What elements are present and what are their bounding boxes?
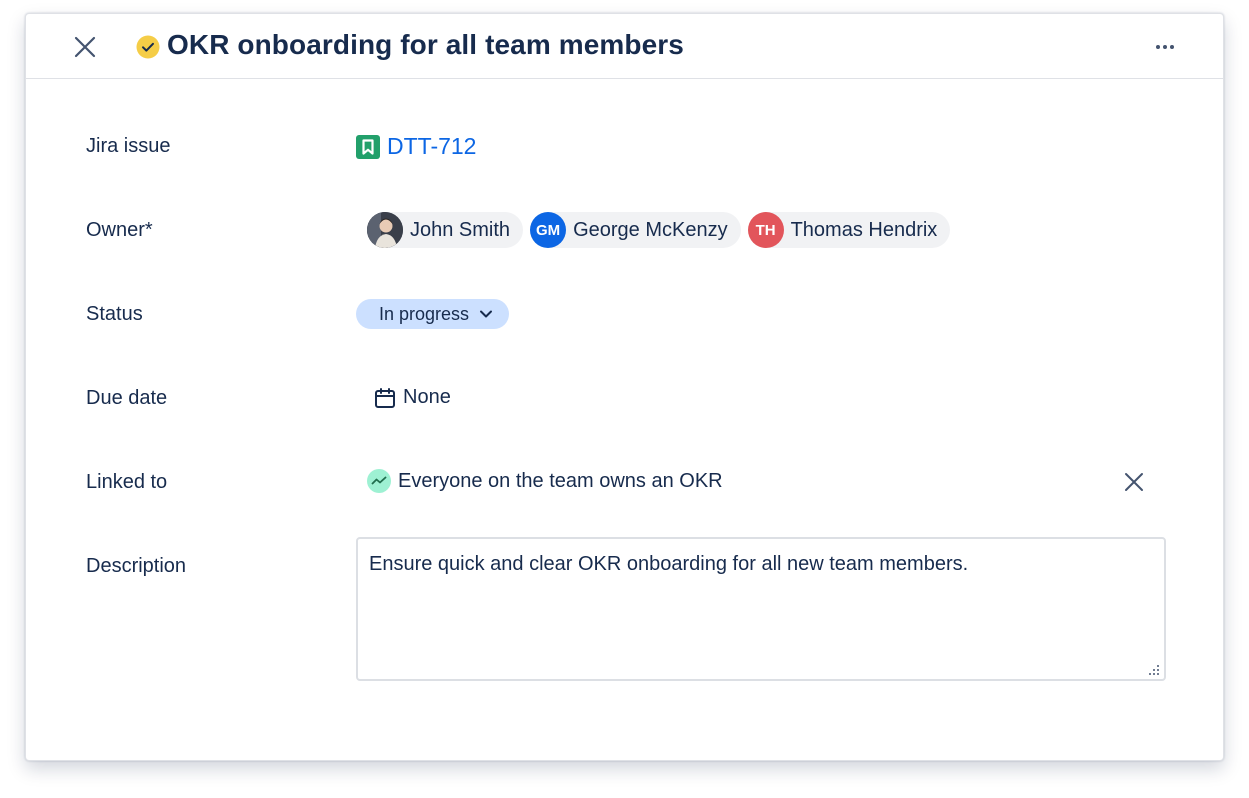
due-date-label: Due date bbox=[86, 387, 168, 409]
close-icon bbox=[1125, 473, 1143, 491]
close-button[interactable] bbox=[70, 32, 100, 62]
owner-name: John Smith bbox=[410, 218, 511, 241]
status-text: In progress bbox=[379, 303, 470, 324]
panel-header: OKR onboarding for all team members bbox=[26, 14, 1223, 79]
jira-issue-label: Jira issue bbox=[86, 135, 171, 157]
due-date-value[interactable]: None bbox=[374, 386, 451, 409]
avatar: GM bbox=[530, 212, 567, 248]
owner-name: Thomas Hendrix bbox=[790, 218, 938, 241]
status-value: In progress bbox=[356, 299, 510, 329]
avatar: TH bbox=[747, 212, 784, 248]
jira-story-icon bbox=[356, 134, 380, 159]
status-check-icon bbox=[136, 35, 160, 59]
resize-handle-icon[interactable] bbox=[1148, 664, 1160, 676]
owner-list: John Smith GM George McKenzy TH Thomas H… bbox=[367, 212, 957, 248]
owner-chip[interactable]: TH Thomas Hendrix bbox=[747, 212, 951, 248]
close-icon bbox=[74, 36, 96, 58]
goal-detail-panel: OKR onboarding for all team members Jira… bbox=[25, 13, 1224, 761]
remove-link-button[interactable] bbox=[1119, 467, 1149, 497]
calendar-icon bbox=[375, 387, 395, 408]
jira-issue-link[interactable]: DTT-712 bbox=[387, 133, 476, 160]
description-text: Ensure quick and clear OKR onboarding fo… bbox=[369, 553, 969, 575]
avatar-initials: GM bbox=[535, 221, 561, 239]
avatar-initials: TH bbox=[755, 221, 776, 239]
avatar bbox=[367, 212, 403, 248]
linked-to-label: Linked to bbox=[86, 471, 168, 493]
description-label: Description bbox=[86, 555, 187, 577]
jira-issue-value: DTT-712 bbox=[356, 133, 476, 160]
more-actions-button[interactable] bbox=[1150, 34, 1180, 60]
linked-goal-text: Everyone on the team owns an OKR bbox=[398, 469, 723, 492]
goal-icon bbox=[367, 469, 391, 493]
description-textarea[interactable]: Ensure quick and clear OKR onboarding fo… bbox=[356, 537, 1166, 681]
status-dropdown[interactable]: In progress bbox=[356, 299, 510, 329]
owner-name: George McKenzy bbox=[573, 218, 728, 241]
owner-label: Owner* bbox=[86, 219, 153, 241]
page-title: OKR onboarding for all team members bbox=[167, 29, 684, 60]
owner-chip[interactable]: GM George McKenzy bbox=[530, 212, 741, 248]
due-date-text: None bbox=[403, 386, 451, 408]
linked-goal[interactable]: Everyone on the team owns an OKR bbox=[367, 469, 723, 493]
chevron-down-icon bbox=[479, 309, 493, 319]
status-label: Status bbox=[86, 303, 143, 325]
more-icon bbox=[1156, 45, 1174, 49]
owner-chip[interactable]: John Smith bbox=[367, 212, 524, 248]
